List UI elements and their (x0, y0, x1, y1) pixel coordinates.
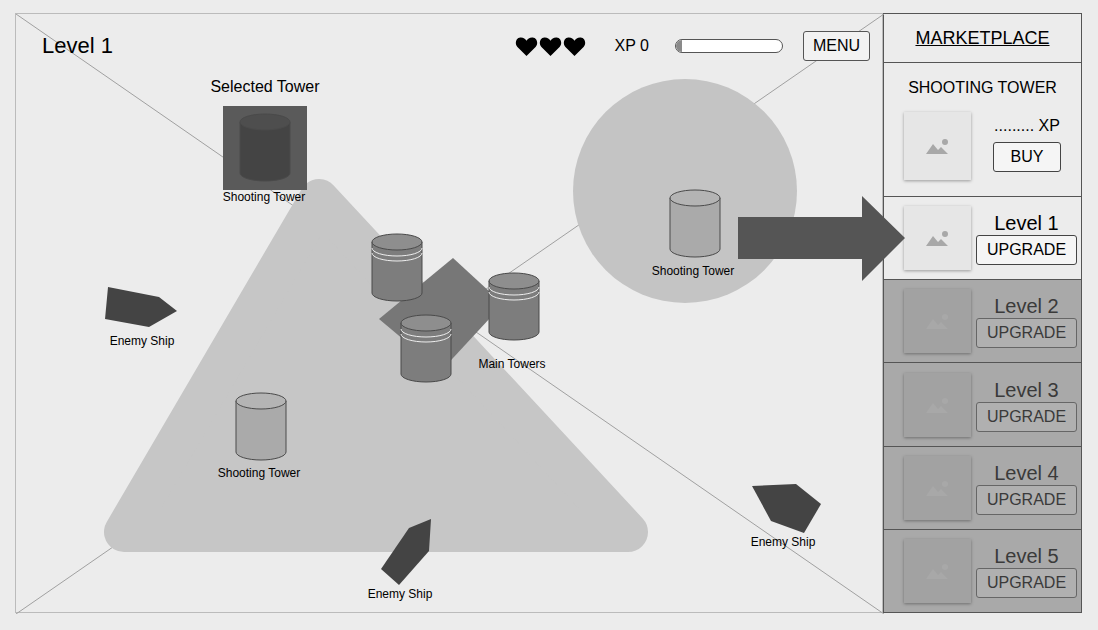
upgrade-level: Level 4 (994, 461, 1059, 485)
heart-icon (539, 36, 562, 57)
image-placeholder-icon (904, 456, 971, 520)
marketplace-panel: MARKETPLACE SHOOTING TOWER ......... XP BUY… (883, 13, 1082, 613)
selected-tower-box[interactable] (223, 106, 307, 190)
map-label: Enemy Ship (110, 334, 175, 348)
upgrade-actions: Level 4UPGRADE (976, 461, 1077, 515)
game-canvas[interactable]: Main Towers Shooting Tower Shooting Tower E… (15, 13, 883, 613)
product-price: ......... XP (994, 116, 1060, 136)
upgrade-level: Level 1 (994, 211, 1059, 235)
image-placeholder-icon (904, 289, 971, 353)
tower-range (573, 79, 797, 303)
upgrade-button: UPGRADE (976, 568, 1077, 598)
shooting-tower-icon[interactable] (235, 392, 287, 462)
upgrade-level: Level 2 (994, 294, 1059, 318)
enemy-ship-icon[interactable] (381, 519, 431, 585)
menu-button[interactable]: MENU (803, 31, 870, 61)
marketplace-title: MARKETPLACE (915, 27, 1049, 49)
main-tower-icon[interactable] (488, 272, 540, 342)
upgrade-card: Level 3UPGRADE (884, 363, 1081, 446)
product-name: SHOOTING TOWER (884, 78, 1081, 98)
shooting-tower-icon[interactable] (669, 189, 721, 259)
xp-bar-fill (676, 40, 682, 52)
upgrade-button: UPGRADE (976, 318, 1077, 348)
image-placeholder-icon (904, 539, 971, 603)
placeholder-line (16, 14, 884, 614)
image-placeholder-icon (904, 373, 971, 437)
upgrade-card: Level 5UPGRADE (884, 530, 1081, 612)
lives (515, 36, 586, 57)
upgrade-button[interactable]: UPGRADE (976, 235, 1077, 265)
map-label: Shooting Tower (652, 264, 735, 278)
selected-tower-heading: Selected Tower (210, 77, 319, 97)
island (124, 199, 628, 532)
map-label: Shooting Tower (218, 466, 301, 480)
placeholder-line (16, 14, 884, 614)
heart-icon (563, 36, 586, 57)
map-label: Main Towers (478, 357, 545, 371)
upgrade-arrow-icon (738, 196, 906, 282)
heart-icon (515, 36, 538, 57)
product-row: ......... XP BUY (884, 112, 1081, 180)
upgrade-actions: Level 5UPGRADE (976, 544, 1077, 598)
upgrade-actions: Level 1UPGRADE (976, 211, 1077, 265)
main-tower-icon[interactable] (400, 314, 452, 384)
upgrade-level: Level 3 (994, 378, 1059, 402)
main-tower-icon[interactable] (371, 233, 423, 303)
upgrade-card: Level 1UPGRADE (884, 197, 1081, 280)
upgrade-button: UPGRADE (976, 402, 1077, 432)
map-label: Enemy Ship (368, 587, 433, 601)
map-label: Enemy Ship (751, 535, 816, 549)
level-title: Level 1 (42, 32, 113, 60)
map-background (16, 14, 884, 614)
product-card: SHOOTING TOWER ......... XP BUY (884, 63, 1081, 197)
map-label: Shooting Tower (223, 190, 306, 204)
upgrade-card: Level 4UPGRADE (884, 447, 1081, 530)
enemy-ship-icon[interactable] (105, 287, 177, 327)
upgrade-button: UPGRADE (976, 485, 1077, 515)
buy-button[interactable]: BUY (993, 142, 1061, 172)
image-placeholder-icon (904, 206, 971, 270)
xp-bar (675, 39, 783, 53)
selected-tower-icon (239, 113, 291, 183)
upgrade-card: Level 2UPGRADE (884, 280, 1081, 363)
xp-label: XP 0 (614, 36, 648, 56)
upgrade-level: Level 5 (994, 544, 1059, 568)
marketplace-header: MARKETPLACE (884, 14, 1081, 63)
upgrade-actions: Level 3UPGRADE (976, 378, 1077, 432)
upgrade-actions: Level 2UPGRADE (976, 294, 1077, 348)
hud-bar: Level 1 XP 0 MENU (16, 30, 882, 62)
product-actions: ......... XP BUY (989, 112, 1065, 172)
enemy-ship-icon[interactable] (752, 484, 821, 533)
image-placeholder-icon (904, 112, 971, 180)
